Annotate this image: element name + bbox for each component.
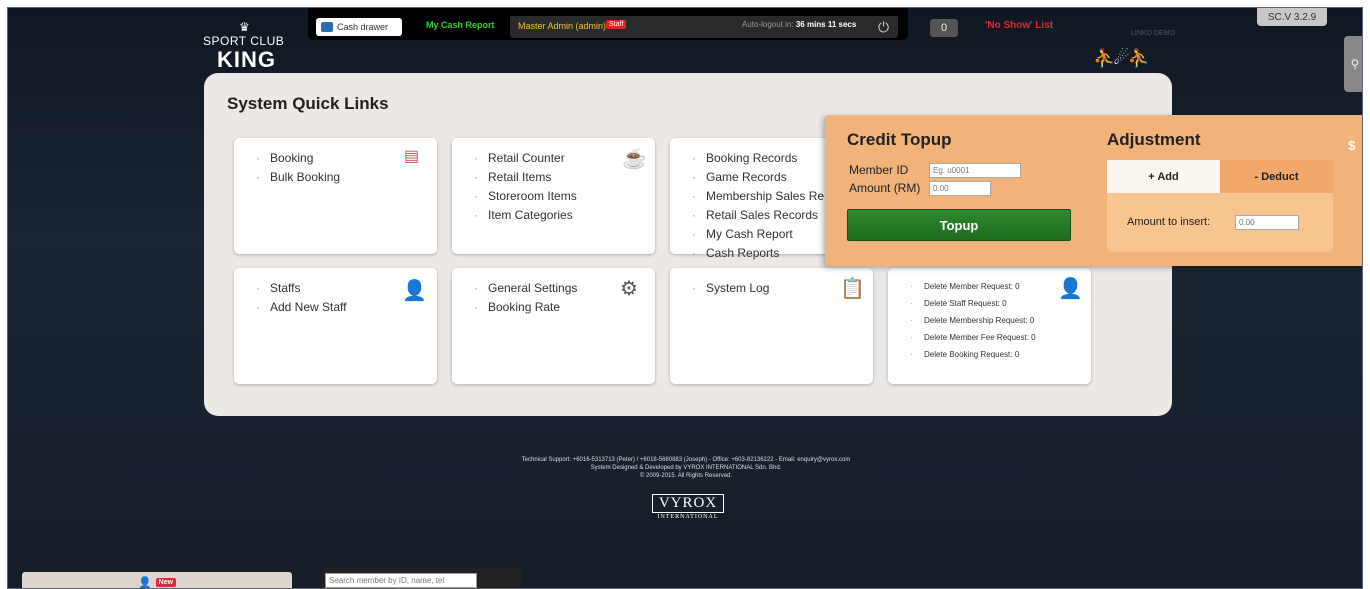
auto-logout-label: Auto-logout in: — [742, 20, 794, 29]
app-frame: Cash drawer My Cash Report Master Admin … — [7, 7, 1363, 589]
logo-line1: SPORT CLUB — [203, 34, 285, 48]
link-booking-rate[interactable]: Booking Rate — [474, 298, 577, 317]
link-item-categories[interactable]: Item Categories — [474, 206, 577, 225]
settings-card: General Settings Booking Rate ⚙ — [452, 268, 655, 384]
current-user[interactable]: Master Admin (admin) — [518, 21, 606, 31]
tab-add[interactable]: + Add — [1107, 160, 1220, 193]
cash-drawer-button[interactable]: Cash drawer — [316, 18, 402, 36]
requests-card: Delete Member Request: 0 Delete Staff Re… — [888, 268, 1091, 384]
link-staffs[interactable]: Staffs — [256, 279, 347, 298]
system-log-card: System Log 📋 — [670, 268, 873, 384]
new-badge: New — [155, 577, 177, 587]
calendar-icon: ▤ — [404, 148, 420, 165]
no-show-list-link[interactable]: 'No Show' List — [985, 20, 1053, 31]
topup-button[interactable]: Topup — [847, 209, 1071, 241]
staff-card: Staffs Add New Staff 👤 — [234, 268, 437, 384]
link-delete-membership-request[interactable]: Delete Membership Request: 0 — [910, 312, 1036, 329]
credit-topup-popup: Credit Topup Member ID Amount (RM) Topup… — [825, 115, 1362, 266]
link-cash-reports[interactable]: Cash Reports — [692, 244, 824, 263]
demo-label: LINKO DEMO — [1131, 30, 1175, 37]
cash-drawer-icon — [321, 22, 333, 32]
tab-deduct[interactable]: - Deduct — [1220, 160, 1333, 193]
amount-input[interactable] — [929, 181, 991, 196]
amount-label: Amount (RM) — [849, 181, 921, 195]
panel-title: System Quick Links — [227, 94, 389, 113]
retail-icon: ☕ — [622, 148, 647, 170]
staff-icon: 👤 — [402, 280, 427, 302]
user-status-bar: Master Admin (admin) Staff Auto-logout i… — [510, 16, 898, 38]
gear-icon: ⚙ — [620, 278, 638, 300]
notification-counter[interactable]: 0 — [930, 19, 958, 37]
booking-card: Booking Bulk Booking ▤ — [234, 138, 437, 254]
link-delete-booking-request[interactable]: Delete Booking Request: 0 — [910, 346, 1036, 363]
link-delete-member-request[interactable]: Delete Member Request: 0 — [910, 278, 1036, 295]
link-game-records[interactable]: Game Records — [692, 168, 824, 187]
players-icon: ⛹☄⛹ — [1093, 48, 1150, 68]
link-membership-sales-records[interactable]: Membership Sales Re — [692, 187, 824, 206]
vyrox-sub: INTERNATIONAL — [657, 514, 719, 520]
clipboard-icon: 📋 — [840, 278, 865, 300]
amount-to-insert-input[interactable] — [1235, 215, 1299, 230]
link-booking-records[interactable]: Booking Records — [692, 149, 824, 168]
version-label: SC.V 3.2.9 — [1257, 8, 1327, 26]
credit-topup-title: Credit Topup — [847, 130, 952, 149]
member-id-input[interactable] — [929, 163, 1021, 178]
link-retail-sales-records[interactable]: Retail Sales Records — [692, 206, 824, 225]
link-general-settings[interactable]: General Settings — [474, 279, 577, 298]
adjustment-box: + Add - Deduct Amount to insert: — [1107, 160, 1333, 252]
link-delete-member-fee-request[interactable]: Delete Member Fee Request: 0 — [910, 329, 1036, 346]
auto-logout-time: 36 mins 11 secs — [795, 20, 857, 29]
footer-copyright: © 2009-2015. All Rights Reserved. — [639, 473, 733, 479]
link-system-log[interactable]: System Log — [692, 279, 769, 298]
cash-drawer-label: Cash drawer — [337, 22, 389, 32]
user-icon: 👤 — [137, 576, 152, 589]
footer-developer: System Designed & Developed by VYROX INT… — [590, 465, 782, 471]
adjustment-title: Adjustment — [1107, 130, 1201, 149]
power-icon[interactable]: ⏻ — [878, 19, 889, 36]
new-member-tab[interactable]: 👤 New — [22, 572, 292, 589]
link-booking[interactable]: Booking — [256, 149, 340, 168]
link-retail-counter[interactable]: Retail Counter — [474, 149, 577, 168]
link-add-new-staff[interactable]: Add New Staff — [256, 298, 347, 317]
amount-to-insert-label: Amount to insert: — [1127, 216, 1211, 228]
my-cash-report-link[interactable]: My Cash Report — [426, 20, 495, 30]
crown-icon: ♛ — [239, 20, 250, 34]
member-search-bar — [321, 568, 521, 588]
link-retail-items[interactable]: Retail Items — [474, 168, 577, 187]
link-delete-staff-request[interactable]: Delete Staff Request: 0 — [910, 295, 1036, 312]
link-bulk-booking[interactable]: Bulk Booking — [256, 168, 340, 187]
request-icon: 👤 — [1058, 278, 1083, 300]
auto-logout-timer: Auto-logout in: 36 mins 11 secs — [742, 20, 856, 29]
footer: Technical Support: +6016-5313713 (Peter)… — [8, 456, 1362, 480]
member-search-input[interactable] — [325, 573, 477, 588]
dollar-icon[interactable]: $ — [1348, 138, 1355, 153]
retail-card: Retail Counter Retail Items Storeroom It… — [452, 138, 655, 254]
side-key-icon[interactable]: ⚲ — [1344, 36, 1362, 92]
vyrox-brand: VYROX — [651, 494, 725, 513]
staff-badge: Staff — [606, 20, 627, 29]
footer-support: Technical Support: +6016-5313713 (Peter)… — [521, 457, 851, 463]
vyrox-logo: VYROX INTERNATIONAL — [650, 494, 726, 520]
link-storeroom-items[interactable]: Storeroom Items — [474, 187, 577, 206]
member-id-label: Member ID — [849, 163, 909, 177]
link-my-cash-report[interactable]: My Cash Report — [692, 225, 824, 244]
logo-line2: KING — [217, 47, 276, 72]
